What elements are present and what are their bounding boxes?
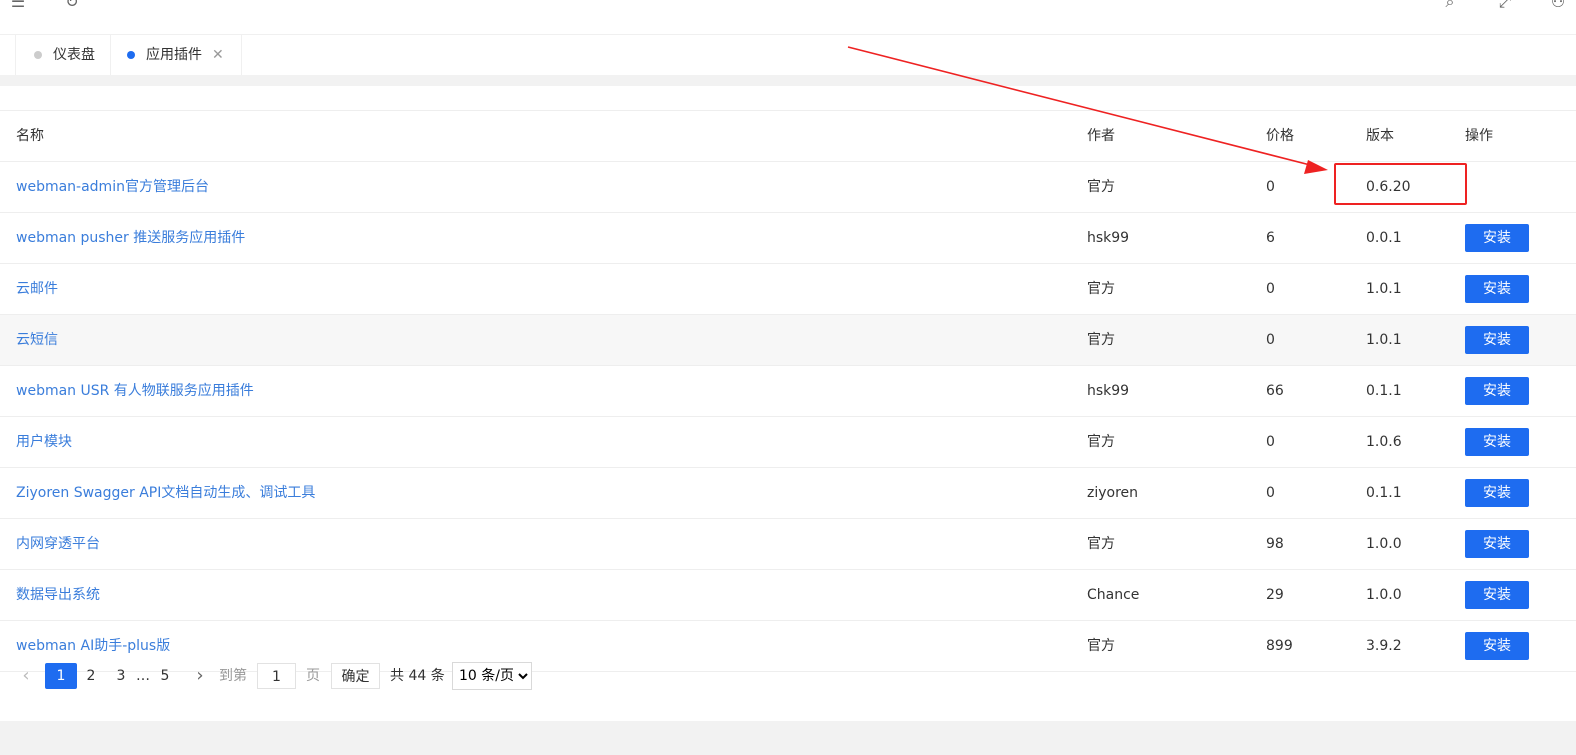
annotation-arrow: [847, 46, 1328, 174]
